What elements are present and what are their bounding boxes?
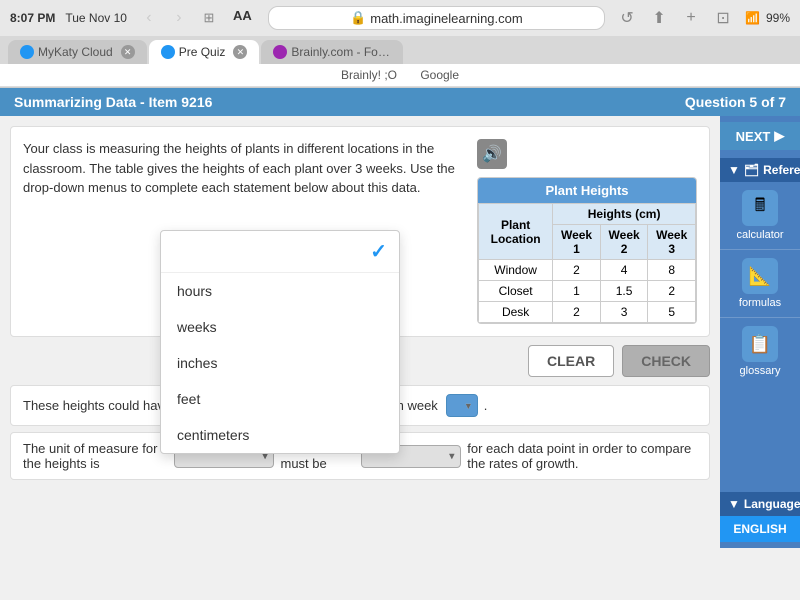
english-button[interactable]: ENGLISH xyxy=(720,516,800,542)
check-button[interactable]: CHECK xyxy=(622,345,710,377)
tab-prequiz-close[interactable]: ✕ xyxy=(233,45,247,59)
browser-time: 8:07 PM xyxy=(10,11,55,25)
brainly-icon xyxy=(273,45,287,59)
col-heights: Heights (cm) xyxy=(553,204,696,225)
glossary-label: glossary xyxy=(740,365,781,377)
address-bar[interactable]: 🔒 math.imaginelearning.com xyxy=(268,6,605,30)
browser-tabs: MyKaty Cloud ✕ Pre Quiz ✕ Brainly.com - … xyxy=(0,36,800,64)
reference-header: ▼ 🗂 Reference xyxy=(720,158,800,182)
app-header: Summarizing Data - Item 9216 Question 5 … xyxy=(0,88,800,116)
checkmark-icon: ✓ xyxy=(370,239,387,264)
table-row: Window 2 4 8 xyxy=(479,260,696,281)
col-week1: Week 1 xyxy=(553,225,601,260)
tabs-button[interactable]: ⊡ xyxy=(711,8,735,28)
col-plant-location: Plant Location xyxy=(479,204,553,260)
secondary-bar: Brainly! ;O Google xyxy=(0,64,800,87)
audio-button[interactable]: 🔊 xyxy=(477,139,507,169)
next-arrow-icon: ▶ xyxy=(774,128,784,144)
font-size-button[interactable]: AA xyxy=(227,8,258,28)
brainly-link[interactable]: Brainly! ;O xyxy=(341,68,397,82)
url-text: math.imaginelearning.com xyxy=(370,11,522,26)
question-count: Question 5 of 7 xyxy=(685,94,786,110)
calculator-icon: 🖩 xyxy=(742,190,778,226)
col-week3: Week 3 xyxy=(648,225,696,260)
app-body: Your class is measuring the heights of p… xyxy=(0,116,800,548)
statement2-prefix: The unit of measure for the heights is xyxy=(23,441,168,471)
tab-mykaty[interactable]: MyKaty Cloud ✕ xyxy=(8,40,147,64)
audio-icon: 🔊 xyxy=(482,144,502,164)
prequiz-icon xyxy=(161,45,175,59)
dropdown-menu: ✓ hours weeks inches feet centimeters xyxy=(160,230,400,454)
status-icons: 📶 99% xyxy=(745,11,790,25)
dropdown-checkmark-row: ✓ xyxy=(161,231,399,273)
browser-actions: ↺ ⬆ + ⊡ xyxy=(615,8,735,28)
app-container: Summarizing Data - Item 9216 Question 5 … xyxy=(0,88,800,548)
dropdown-option-hours[interactable]: hours xyxy=(161,273,399,309)
glossary-icon: 📋 xyxy=(742,326,778,362)
reference-icon: 🗂 xyxy=(744,163,759,177)
google-link[interactable]: Google xyxy=(420,68,459,82)
mykaty-icon xyxy=(20,45,34,59)
calculator-label: calculator xyxy=(736,229,783,241)
triangle-icon: ▼ xyxy=(728,163,740,177)
formulas-tool[interactable]: 📐 formulas xyxy=(720,250,800,317)
browser-date: Tue Nov 10 xyxy=(65,11,127,25)
formulas-label: formulas xyxy=(739,297,781,309)
tab-mykaty-close[interactable]: ✕ xyxy=(121,45,135,59)
sidebar: NEXT ▶ ▼ 🗂 Reference 🖩 calculator 📐 form… xyxy=(720,116,800,548)
forward-button[interactable]: › xyxy=(167,8,191,28)
tab-brainly-label: Brainly.com - For students. By students. xyxy=(291,45,391,59)
dropdown-option-inches[interactable]: inches xyxy=(161,345,399,381)
glossary-tool[interactable]: 📋 glossary xyxy=(720,318,800,385)
browser-topbar: 8:07 PM Tue Nov 10 ‹ › ⊞ AA 🔒 math.imagi… xyxy=(0,0,800,36)
new-tab-button[interactable]: + xyxy=(679,8,703,28)
dropdown-option-weeks[interactable]: weeks xyxy=(161,309,399,345)
browser-chrome: 8:07 PM Tue Nov 10 ‹ › ⊞ AA 🔒 math.imagi… xyxy=(0,0,800,88)
triangle-icon-2: ▼ xyxy=(728,497,740,511)
formulas-icon: 📐 xyxy=(742,258,778,294)
plant-heights-table: Plant Heights Plant Location Heights (cm… xyxy=(477,177,697,324)
next-button[interactable]: NEXT ▶ xyxy=(720,122,800,150)
tab-mykaty-label: MyKaty Cloud xyxy=(38,45,113,59)
tab-prequiz-label: Pre Quiz xyxy=(179,45,226,59)
language-section: ▼ Language i ENGLISH xyxy=(720,492,800,542)
main-content: Your class is measuring the heights of p… xyxy=(0,116,720,548)
table-row: Desk 2 3 5 xyxy=(479,302,696,323)
tab-brainly[interactable]: Brainly.com - For students. By students. xyxy=(261,40,403,64)
col-week2: Week 2 xyxy=(600,225,648,260)
statement1-select2-wrapper[interactable]: ▼ xyxy=(446,394,478,417)
table-title: Plant Heights xyxy=(478,178,696,203)
table-row: Closet 1 1.5 2 xyxy=(479,281,696,302)
reload-button[interactable]: ↺ xyxy=(615,8,639,28)
share-button[interactable]: ⬆ xyxy=(647,8,671,28)
clear-button[interactable]: CLEAR xyxy=(528,345,614,377)
language-header: ▼ Language i xyxy=(720,492,800,516)
dropdown-option-centimeters[interactable]: centimeters xyxy=(161,417,399,453)
reader-button[interactable]: ⊞ xyxy=(197,8,221,28)
calculator-tool[interactable]: 🖩 calculator xyxy=(720,182,800,249)
battery-text: 99% xyxy=(766,11,790,25)
wifi-icon: 📶 xyxy=(745,11,760,25)
statement1-prefix: These heights could hav xyxy=(23,398,164,413)
nav-buttons: ‹ › ⊞ AA xyxy=(137,8,258,28)
app-title: Summarizing Data - Item 9216 xyxy=(14,94,212,110)
statement2-suffix: for each data point in order to compare … xyxy=(467,441,697,471)
reference-section: ▼ 🗂 Reference 🖩 calculator 📐 formulas 📋 xyxy=(720,158,800,385)
tab-prequiz[interactable]: Pre Quiz ✕ xyxy=(149,40,260,64)
dropdown-option-feet[interactable]: feet xyxy=(161,381,399,417)
lock-icon: 🔒 xyxy=(350,10,366,26)
statement1-select2[interactable] xyxy=(446,394,478,417)
back-button[interactable]: ‹ xyxy=(137,8,161,28)
